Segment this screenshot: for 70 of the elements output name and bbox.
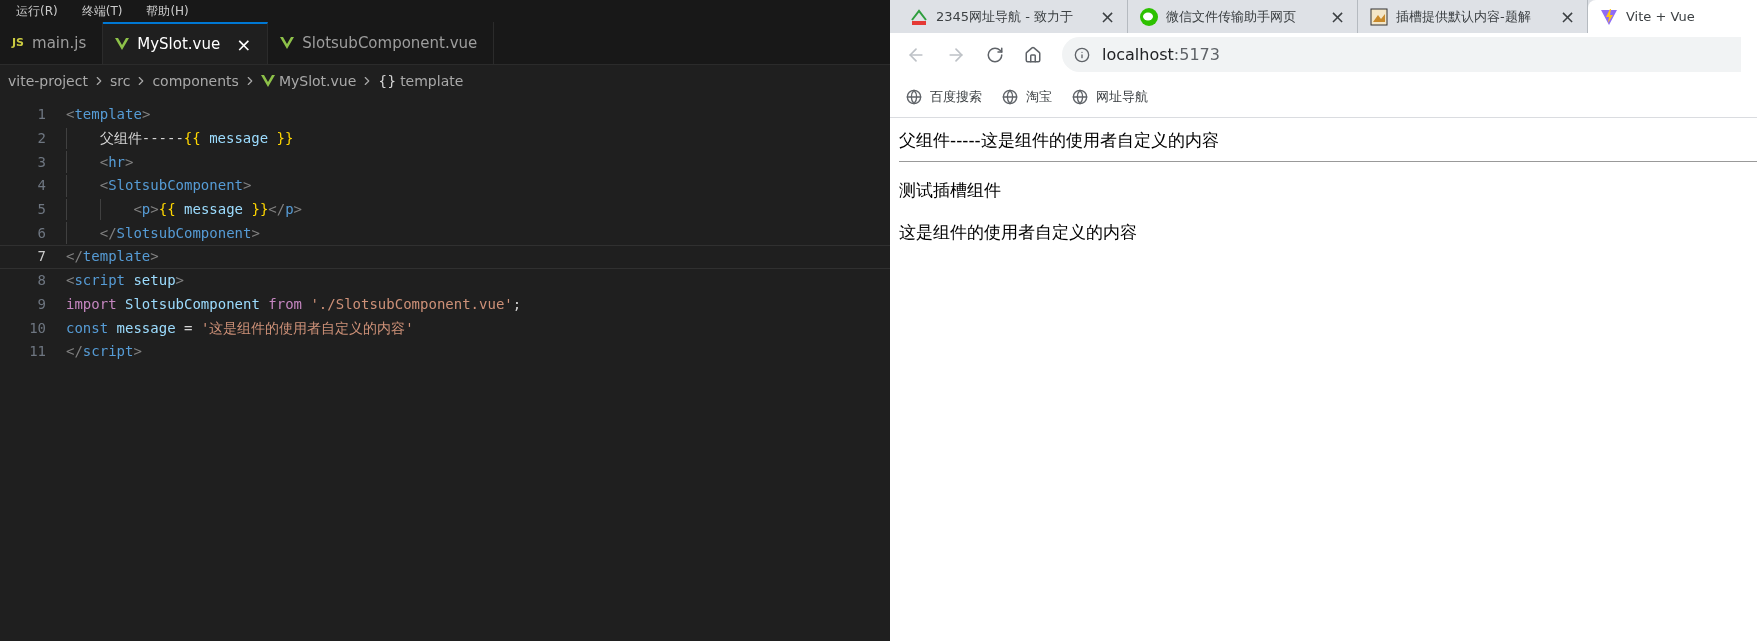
line-number: 8	[36, 271, 47, 291]
code-text: <hr>	[98, 152, 134, 172]
tab-title: 微信文件传输助手网页	[1166, 7, 1297, 26]
line-number: 1	[36, 105, 47, 125]
breadcrumb-item[interactable]: vite-project	[8, 70, 88, 92]
code-text: <p>{{ message }}</p>	[132, 200, 303, 220]
breadcrumb-item[interactable]: MySlot.vue	[278, 70, 357, 92]
line-number: 6	[36, 223, 47, 243]
menu-item[interactable]: 运行(R)	[16, 2, 58, 20]
line-number: 3	[36, 152, 47, 172]
line-number: 9	[36, 294, 47, 314]
braces-icon: {}	[378, 70, 397, 92]
code-text: </template>	[66, 247, 159, 267]
bookmark[interactable]: 淘宝	[1002, 86, 1052, 107]
breadcrumb-item[interactable]: template	[400, 70, 464, 92]
tab-label: SlotsubComponent.vue	[302, 32, 478, 54]
home-icon[interactable]	[1024, 45, 1042, 64]
editor-tab[interactable]: MySlot.vue ×	[103, 22, 269, 64]
code-text: import SlotsubComponent from './SlotsubComponent.vue';	[66, 294, 522, 314]
breadcrumb-item[interactable]: components	[152, 70, 239, 92]
code-text: <script setup>	[66, 271, 185, 291]
chat-bubble-icon	[1140, 7, 1158, 26]
vue-file-icon	[260, 75, 275, 87]
globe-icon	[1002, 88, 1018, 105]
line-number: 4	[36, 176, 47, 196]
code-text: </script>	[66, 342, 142, 362]
breadcrumb-item[interactable]: src	[109, 70, 131, 92]
page-text: 父组件-----这是组件的使用者自定义的内容	[899, 129, 1220, 152]
browser-tab[interactable]: 微信文件传输助手网页 ×	[1128, 0, 1358, 33]
picture-icon	[1370, 7, 1388, 26]
tab-title: 2345网址导航 - 致力于	[936, 7, 1075, 26]
page-paragraph: 测试插槽组件	[899, 179, 1002, 202]
url-text: localhost:5173	[1102, 43, 1220, 66]
tab-label: MySlot.vue	[137, 33, 221, 55]
info-icon	[1074, 46, 1090, 63]
code-text: <template>	[66, 105, 151, 125]
line-number: 10	[28, 318, 47, 338]
browser-tab[interactable]: Vite + Vue	[1588, 0, 1757, 33]
site-logo-icon	[910, 7, 928, 26]
code-text: <SlotsubComponent>	[98, 176, 252, 196]
menu-item[interactable]: 终端(T)	[81, 2, 123, 20]
close-icon[interactable]: ×	[1329, 3, 1345, 30]
address-bar[interactable]: localhost:5173	[1062, 37, 1741, 72]
reload-icon[interactable]	[986, 45, 1004, 64]
js-file-icon: JS	[12, 34, 24, 52]
code-text: 父组件-----{{ message }}	[98, 129, 294, 149]
line-number: 5	[36, 200, 47, 220]
tab-label: main.js	[32, 32, 87, 54]
vite-logo-icon	[1600, 7, 1618, 26]
globe-icon	[906, 88, 922, 105]
tab-title: 插槽提供默认内容-题解	[1396, 7, 1532, 26]
tab-title: Vite + Vue	[1626, 7, 1696, 26]
close-icon[interactable]: ×	[1559, 3, 1575, 30]
browser-tab[interactable]: 2345网址导航 - 致力于 ×	[898, 0, 1128, 33]
menu-item[interactable]: 帮助(H)	[146, 2, 189, 20]
editor-tab[interactable]: SlotsubComponent.vue	[268, 22, 495, 64]
bookmark[interactable]: 网址导航	[1072, 86, 1148, 107]
bookmark[interactable]: 百度搜索	[906, 86, 982, 107]
code-text: const message = '这是组件的使用者自定义的内容'	[66, 318, 414, 338]
page-paragraph: 这是组件的使用者自定义的内容	[899, 221, 1138, 244]
close-icon[interactable]: ×	[1099, 3, 1115, 30]
code-text: </SlotsubComponent>	[98, 223, 260, 243]
vue-file-icon	[115, 38, 130, 50]
vue-file-icon	[280, 37, 295, 49]
line-number: 7	[36, 247, 47, 267]
line-number: 2	[36, 129, 47, 149]
close-icon[interactable]: ×	[236, 30, 252, 58]
line-number: 11	[28, 342, 47, 362]
globe-icon	[1072, 88, 1088, 105]
browser-tab[interactable]: 插槽提供默认内容-题解 ×	[1358, 0, 1588, 33]
